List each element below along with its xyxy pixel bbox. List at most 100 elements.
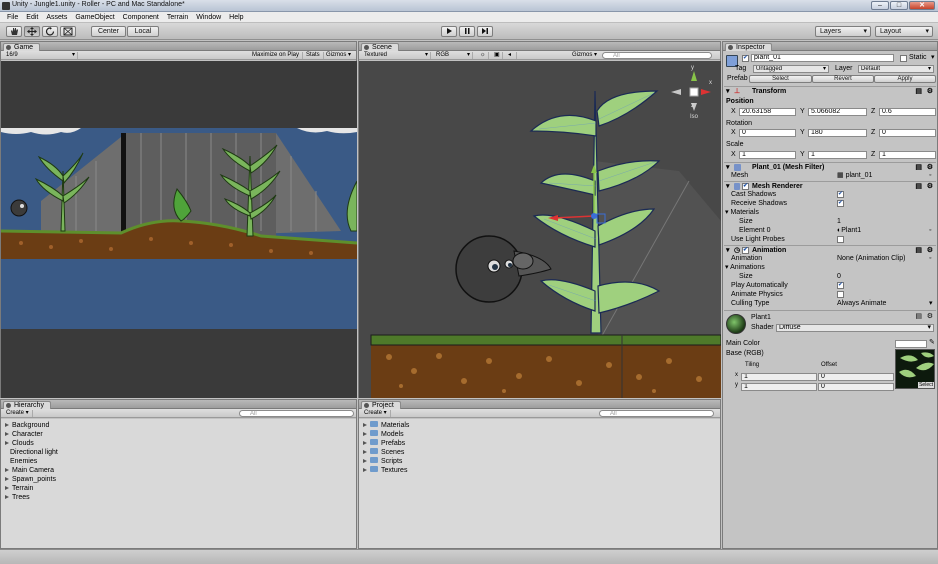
shader-dropdown[interactable]: Diffuse ▾ [776, 324, 934, 332]
tiling-y-field[interactable]: 1 [741, 383, 817, 391]
menu-help[interactable]: Help [225, 12, 247, 23]
object-name-field[interactable]: plant_01 [751, 54, 894, 62]
play-button[interactable] [441, 26, 457, 37]
hand-tool-button[interactable] [6, 26, 22, 37]
main-color-swatch[interactable] [895, 340, 927, 348]
project-folder[interactable]: Models [363, 430, 404, 439]
expand-arrow-icon[interactable] [363, 468, 367, 473]
expand-arrow-icon[interactable] [363, 432, 367, 437]
expand-arrow-icon[interactable] [363, 450, 367, 455]
chevron-down-icon[interactable]: ▾ [929, 299, 933, 308]
gear-icon[interactable]: ⚙ [927, 87, 933, 96]
tab-game[interactable]: Game [3, 43, 41, 51]
expand-arrow-icon[interactable] [363, 423, 367, 428]
pause-button[interactable] [459, 26, 475, 37]
transform-header[interactable]: ▾ ⊥ Transform ▤ ⚙ [724, 86, 936, 96]
expand-arrow-icon[interactable] [363, 459, 367, 464]
stats-toggle[interactable]: Stats [303, 52, 324, 59]
rotation-x-field[interactable]: 0 [739, 129, 796, 137]
position-y-field[interactable]: 5.066082 [808, 108, 867, 116]
menu-edit[interactable]: Edit [22, 12, 42, 23]
minimize-button[interactable]: – [871, 1, 889, 10]
project-folder[interactable]: Materials [363, 421, 409, 430]
rotation-y-field[interactable]: 180 [808, 129, 867, 137]
scene-gizmos-dropdown[interactable]: Gizmos ▾ [569, 52, 600, 59]
materials-label[interactable]: ▾ Materials [725, 208, 759, 217]
project-folder[interactable]: Scripts [363, 457, 402, 466]
animations-label[interactable]: ▾ Animations [725, 263, 765, 272]
object-picker-icon[interactable]: ◦ [929, 254, 931, 263]
audio-icon[interactable]: ◂ [505, 52, 517, 59]
rotation-z-field[interactable]: 0 [879, 129, 936, 137]
project-folder[interactable]: Textures [363, 466, 407, 475]
aspect-dropdown[interactable]: 16/9 ▾ [3, 52, 78, 59]
help-book-icon[interactable]: ▤ [915, 163, 922, 172]
expand-arrow-icon[interactable] [5, 441, 9, 446]
expand-arrow-icon[interactable] [5, 468, 9, 473]
tiling-x-field[interactable]: 1 [741, 373, 817, 381]
help-book-icon[interactable]: ▤ [915, 182, 922, 191]
hierarchy-item[interactable]: Clouds [5, 439, 34, 448]
help-book-icon[interactable]: ▤ [915, 87, 922, 96]
expand-arrow-icon[interactable] [5, 477, 9, 482]
project-folder[interactable]: Scenes [363, 448, 404, 457]
receive-shadows-checkbox[interactable]: ✔ [837, 200, 844, 207]
object-picker-icon[interactable]: ◦ [929, 226, 931, 235]
offset-y-field[interactable]: 0 [818, 383, 894, 391]
project-search-input[interactable]: All [599, 410, 714, 417]
chevron-down-icon[interactable]: ▾ [931, 53, 935, 62]
hierarchy-create-dropdown[interactable]: Create ▾ [3, 410, 33, 417]
tab-project[interactable]: Project [361, 401, 401, 409]
scale-tool-button[interactable] [60, 26, 76, 37]
sun-lighting-icon[interactable]: ☼ [477, 52, 489, 59]
static-checkbox[interactable] [900, 55, 907, 62]
tab-hierarchy[interactable]: Hierarchy [3, 401, 51, 409]
hierarchy-item[interactable]: Trees [5, 493, 30, 502]
materials-size-value[interactable]: 1 [837, 217, 841, 226]
mesh-value[interactable]: ▦ plant_01 [837, 171, 872, 180]
scale-z-field[interactable]: 1 [879, 151, 936, 159]
cast-shadows-checkbox[interactable]: ✔ [837, 191, 844, 198]
help-book-icon[interactable]: ▤ [915, 246, 922, 255]
color-mode-dropdown[interactable]: RGB ▾ [433, 52, 473, 59]
expand-arrow-icon[interactable] [5, 432, 9, 437]
rotate-tool-button[interactable] [42, 26, 58, 37]
layer-dropdown[interactable]: Default ▾ [858, 65, 934, 73]
help-book-icon[interactable]: ▤ [915, 312, 922, 320]
scene-search-input[interactable]: All [602, 52, 712, 59]
expand-arrow-icon[interactable] [5, 423, 9, 428]
tag-dropdown[interactable]: Untagged ▾ [753, 65, 829, 73]
element0-value[interactable]: ◐Plant1 [837, 226, 861, 235]
texture-thumbnail[interactable]: Select [895, 349, 935, 389]
menu-assets[interactable]: Assets [42, 12, 71, 23]
project-folder[interactable]: Prefabs [363, 439, 405, 448]
image-icon[interactable]: ▣ [491, 52, 503, 59]
hierarchy-item[interactable]: Terrain [5, 484, 33, 493]
step-button[interactable] [477, 26, 493, 37]
prefab-select-button[interactable]: Select [749, 75, 812, 83]
menu-file[interactable]: File [3, 12, 22, 23]
game-gizmos-dropdown[interactable]: Gizmos ▾ [323, 52, 354, 59]
hierarchy-item[interactable]: Character [5, 430, 43, 439]
expand-arrow-icon[interactable] [363, 441, 367, 446]
position-x-field[interactable]: 20.63158 [739, 108, 796, 116]
active-checkbox[interactable]: ✔ [742, 55, 749, 62]
close-button[interactable]: ✕ [909, 1, 935, 10]
animate-physics-checkbox[interactable] [837, 291, 844, 298]
space-local-button[interactable]: Local [127, 26, 159, 37]
menu-component[interactable]: Component [119, 12, 163, 23]
offset-x-field[interactable]: 0 [818, 373, 894, 381]
hierarchy-item[interactable]: Background [5, 421, 49, 430]
eyedropper-icon[interactable]: ✎ [929, 338, 935, 347]
hierarchy-search-input[interactable]: All [239, 410, 354, 417]
mesh-renderer-enabled-checkbox[interactable]: ✔ [742, 183, 749, 190]
tab-scene[interactable]: Scene [361, 43, 399, 51]
animation-enabled-checkbox[interactable]: ✔ [742, 247, 749, 254]
scale-y-field[interactable]: 1 [808, 151, 867, 159]
gear-icon[interactable]: ⚙ [927, 182, 933, 191]
hierarchy-item[interactable]: Spawn_points [5, 475, 56, 484]
move-tool-button[interactable] [24, 26, 40, 37]
light-probes-checkbox[interactable] [837, 236, 844, 243]
hierarchy-item[interactable]: Enemies [10, 457, 37, 466]
object-picker-icon[interactable]: ◦ [929, 171, 931, 180]
